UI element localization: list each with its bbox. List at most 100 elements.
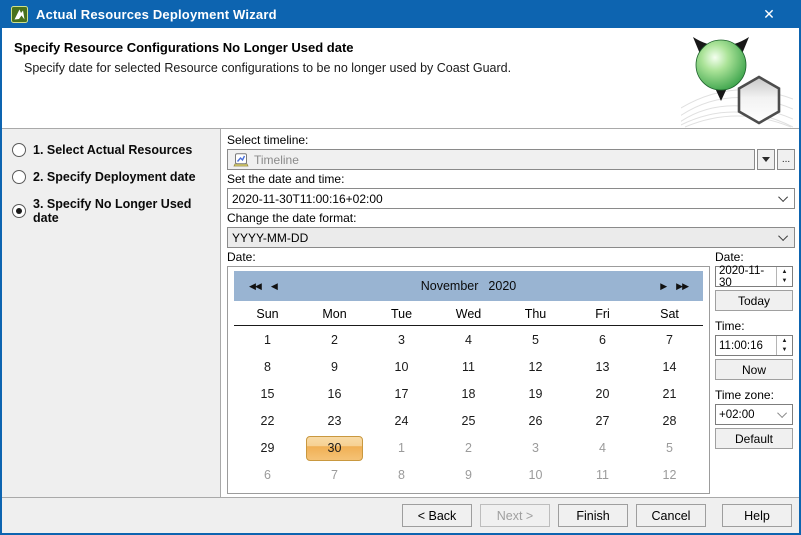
calendar-day[interactable]: 5: [502, 326, 569, 353]
calendar-day[interactable]: 7: [636, 326, 703, 353]
calendar-day[interactable]: 19: [502, 380, 569, 407]
today-button[interactable]: Today: [715, 290, 793, 311]
calendar-day[interactable]: 1: [368, 435, 435, 462]
calendar-day[interactable]: 6: [234, 462, 301, 489]
step-label: 1. Select Actual Resources: [33, 143, 192, 157]
calendar-day[interactable]: 27: [569, 407, 636, 434]
radio-icon[interactable]: [12, 170, 26, 184]
previous-month-icon[interactable]: ◀: [266, 281, 282, 292]
calendar-day[interactable]: 13: [569, 353, 636, 380]
calendar-day[interactable]: 18: [435, 380, 502, 407]
calendar-day[interactable]: 12: [502, 353, 569, 380]
date-format-combobox[interactable]: YYYY-MM-DD: [227, 227, 795, 248]
calendar-day[interactable]: 8: [234, 353, 301, 380]
dow-label: Fri: [569, 304, 636, 325]
calendar-day[interactable]: 17: [368, 380, 435, 407]
calendar-day[interactable]: 23: [301, 407, 368, 434]
calendar-day[interactable]: 22: [234, 407, 301, 434]
calendar-day[interactable]: 29: [234, 435, 301, 462]
calendar-day[interactable]: 4: [569, 435, 636, 462]
calendar-day[interactable]: 2: [435, 435, 502, 462]
date-format-label: Change the date format:: [227, 211, 795, 226]
calendar-day[interactable]: 26: [502, 407, 569, 434]
dow-label: Thu: [502, 304, 569, 325]
next-month-icon[interactable]: ▶: [655, 281, 671, 292]
spin-down-icon[interactable]: ▼: [777, 346, 792, 356]
calendar-header: ◀◀ ◀ November2020 ▶ ▶▶: [234, 271, 703, 301]
calendar-day[interactable]: 1: [234, 326, 301, 353]
previous-year-icon[interactable]: ◀◀: [244, 281, 266, 292]
calendar-day[interactable]: 28: [636, 407, 703, 434]
time-spinner[interactable]: 11:00:16 ▲ ▼: [715, 335, 793, 356]
calendar-day[interactable]: 30: [306, 436, 363, 461]
spin-up-icon[interactable]: ▲: [777, 267, 792, 277]
calendar-row: Date: ◀◀ ◀ November2020 ▶ ▶▶ Sun Mon T: [227, 249, 795, 497]
calendar-grid: 1234567891011121314151617181920212223242…: [234, 326, 703, 489]
date-spinner-value: 2020-11-30: [716, 267, 776, 286]
step-select-actual-resources[interactable]: 1. Select Actual Resources: [12, 143, 220, 157]
radio-icon[interactable]: [12, 143, 26, 157]
calendar-day[interactable]: 9: [301, 353, 368, 380]
calendar-day[interactable]: 4: [435, 326, 502, 353]
step-specify-no-longer-used-date[interactable]: 3. Specify No Longer Used date: [12, 197, 220, 225]
steps-panel: 1. Select Actual Resources 2. Specify De…: [2, 129, 221, 497]
step-specify-deployment-date[interactable]: 2. Specify Deployment date: [12, 170, 220, 184]
dow-label: Sun: [234, 304, 301, 325]
datetime-value: 2020-11-30T11:00:16+02:00: [232, 192, 781, 206]
default-button[interactable]: Default: [715, 428, 793, 449]
spin-up-icon[interactable]: ▲: [777, 336, 792, 346]
calendar-panel: ◀◀ ◀ November2020 ▶ ▶▶ Sun Mon Tue Wed T…: [227, 266, 710, 494]
calendar-day[interactable]: 24: [368, 407, 435, 434]
datetime-label: Set the date and time:: [227, 172, 795, 187]
calendar-day[interactable]: 11: [435, 353, 502, 380]
calendar-day[interactable]: 25: [435, 407, 502, 434]
side-date-label: Date:: [715, 250, 793, 265]
calendar-day[interactable]: 14: [636, 353, 703, 380]
calendar-day[interactable]: 11: [569, 462, 636, 489]
next-year-icon[interactable]: ▶▶: [671, 281, 693, 292]
timeline-value: Timeline: [254, 153, 299, 167]
spin-down-icon[interactable]: ▼: [777, 277, 792, 287]
timeline-dropdown-button[interactable]: [757, 149, 775, 170]
back-button[interactable]: < Back: [402, 504, 472, 527]
now-button[interactable]: Now: [715, 359, 793, 380]
cancel-button[interactable]: Cancel: [636, 504, 706, 527]
calendar-day[interactable]: 21: [636, 380, 703, 407]
wizard-dialog: Actual Resources Deployment Wizard ✕ Spe…: [0, 0, 801, 535]
calendar-day[interactable]: 16: [301, 380, 368, 407]
main-form: Select timeline: Timeline ... Set the da…: [221, 129, 799, 497]
calendar-day[interactable]: 9: [435, 462, 502, 489]
calendar-day[interactable]: 8: [368, 462, 435, 489]
finish-button[interactable]: Finish: [558, 504, 628, 527]
calendar-day[interactable]: 15: [234, 380, 301, 407]
calendar-day[interactable]: 10: [368, 353, 435, 380]
calendar-day[interactable]: 7: [301, 462, 368, 489]
calendar-day[interactable]: 10: [502, 462, 569, 489]
titlebar[interactable]: Actual Resources Deployment Wizard ✕: [2, 0, 799, 28]
radio-icon[interactable]: [12, 204, 26, 218]
calendar-day[interactable]: 20: [569, 380, 636, 407]
spinner-controls: ▲ ▼: [776, 267, 792, 286]
calendar-month-title: November2020: [282, 279, 655, 293]
calendar-day[interactable]: 12: [636, 462, 703, 489]
timezone-label: Time zone:: [715, 388, 793, 403]
next-button[interactable]: Next >: [480, 504, 550, 527]
step-label: 2. Specify Deployment date: [33, 170, 196, 184]
dow-label: Mon: [301, 304, 368, 325]
calendar-day[interactable]: 3: [502, 435, 569, 462]
timeline-combobox[interactable]: Timeline: [227, 149, 755, 170]
datetime-combobox[interactable]: 2020-11-30T11:00:16+02:00: [227, 188, 795, 209]
timezone-combobox[interactable]: +02:00: [715, 404, 793, 425]
calendar-column: Date: ◀◀ ◀ November2020 ▶ ▶▶ Sun Mon T: [227, 249, 713, 497]
close-icon[interactable]: ✕: [747, 0, 791, 28]
date-spinner[interactable]: 2020-11-30 ▲ ▼: [715, 266, 793, 287]
timeline-browse-button[interactable]: ...: [777, 149, 795, 170]
calendar-day[interactable]: 2: [301, 326, 368, 353]
calendar-day[interactable]: 5: [636, 435, 703, 462]
calendar-year: 2020: [484, 279, 520, 293]
timeline-combo-row: Timeline ...: [227, 149, 795, 170]
calendar-day[interactable]: 3: [368, 326, 435, 353]
dow-label: Tue: [368, 304, 435, 325]
calendar-day[interactable]: 6: [569, 326, 636, 353]
help-button[interactable]: Help: [722, 504, 792, 527]
